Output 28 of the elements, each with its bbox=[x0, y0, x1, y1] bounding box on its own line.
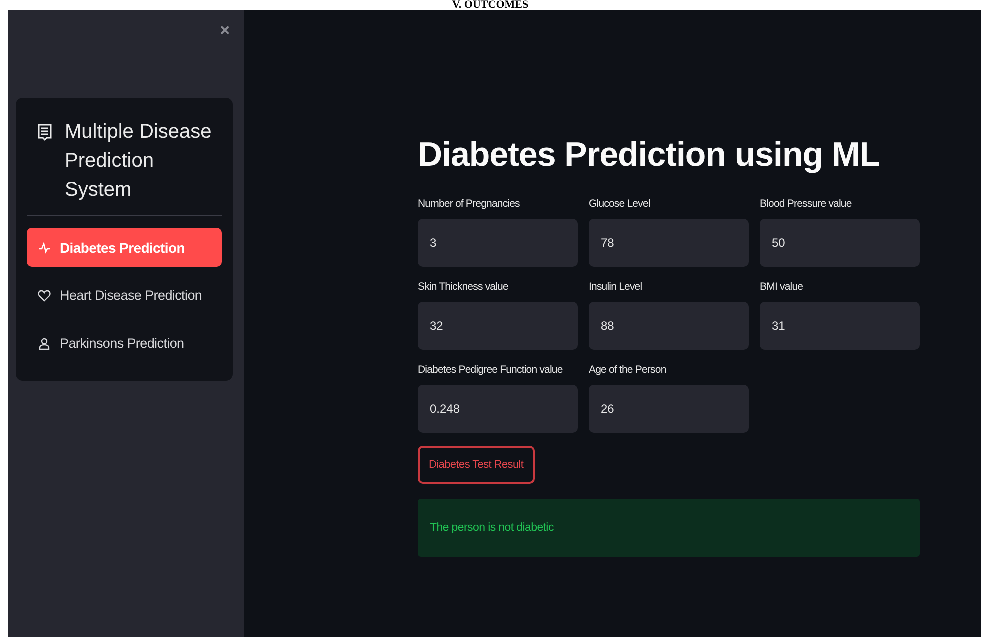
document-heading: V. OUTCOMES bbox=[452, 0, 529, 11]
field-label: Diabetes Pedigree Function value bbox=[418, 363, 564, 377]
pulse-icon bbox=[38, 242, 51, 254]
document-icon bbox=[37, 124, 53, 142]
field-label: Blood Pressure value bbox=[760, 197, 853, 211]
field-label: Age of the Person bbox=[589, 363, 668, 377]
person-icon bbox=[38, 338, 51, 350]
field-label: Insulin Level bbox=[589, 280, 644, 294]
app-title: Multiple Disease Prediction System bbox=[65, 120, 212, 203]
number-input[interactable]: 88 bbox=[589, 302, 749, 350]
nav-item[interactable]: Heart Disease Prediction bbox=[27, 276, 222, 315]
number-input[interactable]: 26 bbox=[589, 385, 749, 433]
test-result-button[interactable]: Diabetes Test Result bbox=[418, 446, 535, 484]
heart-icon bbox=[38, 290, 51, 302]
number-input[interactable]: 31 bbox=[760, 302, 920, 350]
field-label: BMI value bbox=[760, 280, 804, 294]
field-label: Number of Pregnancies bbox=[418, 197, 521, 211]
close-icon[interactable]: × bbox=[220, 22, 230, 85]
field-label: Skin Thickness value bbox=[418, 280, 510, 294]
field-label: Glucose Level bbox=[589, 197, 652, 211]
number-input[interactable]: 3 bbox=[418, 219, 578, 267]
result-message: The person is not diabetic bbox=[418, 499, 920, 557]
number-input[interactable]: 78 bbox=[589, 219, 749, 267]
number-input[interactable]: 50 bbox=[760, 219, 920, 267]
nav-item[interactable]: Parkinsons Prediction bbox=[27, 324, 222, 363]
page-title: Diabetes Prediction using ML bbox=[418, 135, 882, 176]
number-input[interactable]: 32 bbox=[418, 302, 578, 350]
number-input[interactable]: 0.248 bbox=[418, 385, 578, 433]
